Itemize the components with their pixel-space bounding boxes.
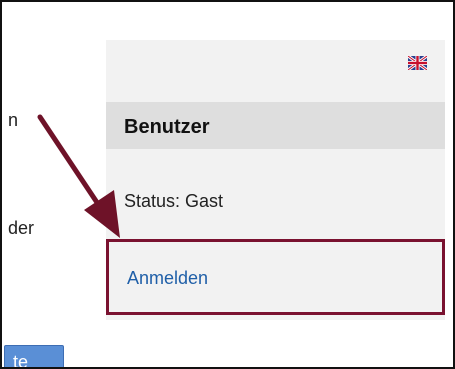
login-link[interactable]: Anmelden bbox=[127, 268, 208, 289]
partial-submit-button[interactable]: te bbox=[4, 345, 64, 367]
uk-flag-icon[interactable] bbox=[407, 54, 428, 72]
login-highlight-box: Anmelden bbox=[106, 239, 445, 315]
uk-flag-icon-graphic bbox=[407, 54, 428, 72]
panel-title: Benutzer bbox=[106, 102, 445, 149]
cut-off-text-line: n bbox=[8, 110, 19, 130]
cut-off-text-line: der bbox=[8, 218, 35, 238]
screenshot-frame: n der te Benutzer Status: Gast Anmelden bbox=[0, 0, 455, 369]
status-text: Status: Gast bbox=[124, 191, 224, 211]
language-row bbox=[106, 40, 445, 102]
